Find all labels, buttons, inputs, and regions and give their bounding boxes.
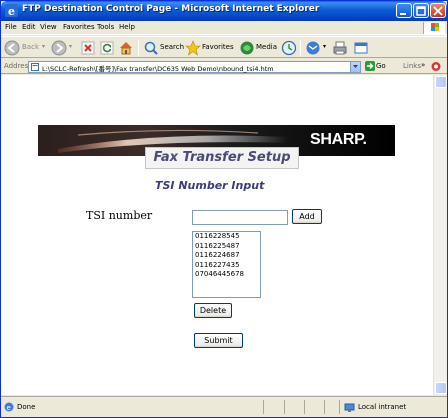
address-input[interactable]: L:\SCLC-Refresh\[番号]\Fax transfer\DC635 …: [28, 61, 361, 73]
page-icon: [31, 63, 39, 71]
media-label[interactable]: Media: [256, 43, 277, 51]
tsi-number-input[interactable]: [192, 210, 288, 225]
page-content: SHARP. Fax Transfer Setup TSI Number Inp…: [1, 75, 433, 395]
svg-text:e: e: [8, 5, 15, 17]
security-zone-text: Local intranet: [358, 403, 407, 411]
ie-window: e FTP Destination Control Page - Microso…: [0, 0, 448, 418]
address-bar: Address L:\SCLC-Refresh\[番号]\Fax transfe…: [1, 59, 447, 74]
minimize-button[interactable]: [396, 3, 412, 18]
page-title: Fax Transfer Setup: [145, 147, 299, 169]
menu-favorites[interactable]: Favorites: [63, 23, 95, 31]
status-text: Done: [17, 403, 36, 411]
forward-arrow-icon[interactable]: [51, 40, 67, 56]
stop-icon[interactable]: [80, 40, 96, 56]
go-label[interactable]: Go: [376, 62, 386, 70]
tsi-number-label: TSI number: [86, 209, 153, 222]
toolbar-separator: [300, 40, 301, 56]
maximize-icon: [416, 6, 426, 16]
menu-file[interactable]: File: [5, 23, 17, 31]
scroll-down-button[interactable]: [435, 382, 447, 394]
tsi-number-list[interactable]: 0116228545 0116225487 0116224687 0116227…: [192, 231, 261, 298]
toolbar: Back ▾ ▾ Search Favorites Media ▾: [1, 36, 447, 58]
status-divider: [339, 400, 340, 414]
menu-bar: File Edit View Favorites Tools Help: [1, 21, 447, 35]
submit-button[interactable]: Submit: [194, 333, 243, 348]
status-divider: [263, 400, 264, 414]
sharp-logo: SHARP.: [310, 131, 367, 148]
favorites-label[interactable]: Favorites: [202, 43, 234, 51]
menu-help[interactable]: Help: [119, 23, 135, 31]
links-label[interactable]: Links: [403, 62, 421, 70]
status-divider: [324, 400, 325, 414]
ie-logo-icon: e: [5, 4, 18, 17]
title-bar: e FTP Destination Control Page - Microso…: [1, 1, 447, 21]
status-divider: [304, 400, 305, 414]
local-intranet-icon: [344, 403, 355, 412]
refresh-icon[interactable]: [99, 40, 115, 56]
extension-icon[interactable]: [431, 61, 443, 72]
chevron-down-icon: [353, 65, 358, 68]
close-button[interactable]: [430, 3, 446, 18]
status-divider: [284, 400, 285, 414]
add-button[interactable]: Add: [292, 209, 322, 224]
status-bar: e Done Local intranet: [1, 396, 447, 417]
toolbar-separator: [138, 40, 139, 56]
go-button[interactable]: Go: [365, 61, 391, 73]
menu-tools[interactable]: Tools: [97, 23, 114, 31]
back-dropdown-icon[interactable]: ▾: [42, 43, 45, 50]
menu-edit[interactable]: Edit: [22, 23, 36, 31]
menu-view[interactable]: View: [40, 23, 57, 31]
list-item[interactable]: 0116228545: [193, 232, 260, 242]
vertical-scrollbar[interactable]: [433, 75, 447, 395]
close-icon: [433, 6, 443, 16]
section-title: TSI Number Input: [155, 179, 265, 192]
list-item[interactable]: 0116225487: [193, 242, 260, 252]
scroll-up-button[interactable]: [435, 76, 447, 88]
list-item[interactable]: 0116227435: [193, 261, 260, 271]
favorites-star-icon[interactable]: [185, 40, 201, 56]
back-label[interactable]: Back: [22, 43, 39, 51]
delete-button[interactable]: Delete: [194, 303, 232, 318]
forward-dropdown-icon[interactable]: ▾: [69, 43, 72, 50]
page-done-icon: e: [4, 402, 14, 412]
search-label[interactable]: Search: [160, 43, 184, 51]
mail-icon[interactable]: [305, 40, 321, 56]
media-icon[interactable]: [239, 40, 255, 56]
chevron-right-icon[interactable]: »: [421, 61, 425, 69]
back-arrow-icon[interactable]: [4, 40, 20, 56]
edit-page-icon[interactable]: [353, 40, 369, 56]
history-icon[interactable]: [281, 40, 297, 56]
mail-dropdown-icon[interactable]: ▾: [323, 43, 326, 50]
print-icon[interactable]: [332, 40, 348, 56]
svg-text:e: e: [7, 404, 11, 412]
list-item[interactable]: 0116224687: [193, 251, 260, 261]
minimize-icon: [400, 13, 406, 15]
address-url[interactable]: L:\SCLC-Refresh\[番号]\Fax transfer\DC635 …: [42, 63, 274, 73]
search-icon[interactable]: [143, 40, 159, 56]
list-item[interactable]: 07046445678: [193, 270, 260, 280]
home-icon[interactable]: [118, 40, 134, 56]
go-arrow-icon: [365, 61, 375, 71]
maximize-button[interactable]: [413, 3, 429, 18]
windows-flag-icon: [423, 22, 445, 34]
window-title: FTP Destination Control Page - Microsoft…: [22, 4, 320, 14]
address-dropdown-button[interactable]: [350, 62, 360, 72]
